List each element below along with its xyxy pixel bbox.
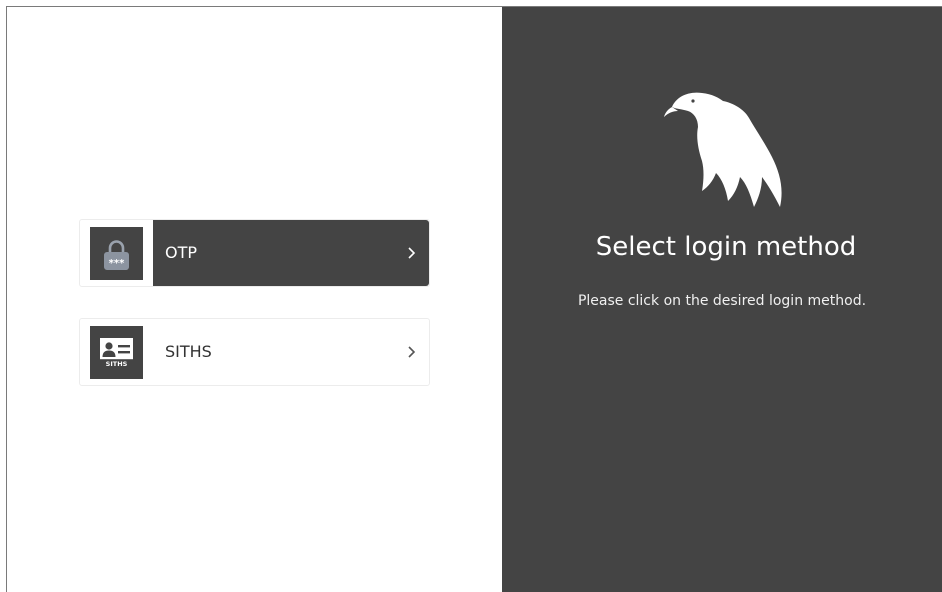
chevron-right-icon	[408, 346, 416, 358]
siths-icon-text: SITHS	[106, 360, 128, 368]
login-methods-panel: *** OTP SITHS SITHS	[7, 7, 502, 592]
page-title: Select login method	[595, 232, 857, 262]
siths-login-button[interactable]: SITHS SITHS	[79, 318, 430, 386]
chevron-right-icon	[408, 247, 416, 259]
otp-icon-text: ***	[109, 258, 125, 269]
info-panel: Select login method Please click on the …	[502, 7, 942, 592]
siths-label-area: SITHS	[153, 319, 429, 385]
otp-login-button[interactable]: *** OTP	[79, 219, 430, 287]
otp-label: OTP	[165, 243, 198, 262]
page-subtitle: Please click on the desired login method…	[577, 293, 867, 309]
otp-label-area: OTP	[153, 220, 429, 286]
lock-icon: ***	[104, 240, 129, 270]
eagle-logo-icon	[664, 92, 782, 207]
siths-icon-box: SITHS	[90, 326, 143, 379]
otp-icon-box: ***	[90, 227, 143, 280]
login-window: *** OTP SITHS SITHS Select login method …	[6, 6, 942, 592]
siths-label: SITHS	[165, 342, 212, 361]
id-card-icon: SITHS	[100, 338, 133, 368]
